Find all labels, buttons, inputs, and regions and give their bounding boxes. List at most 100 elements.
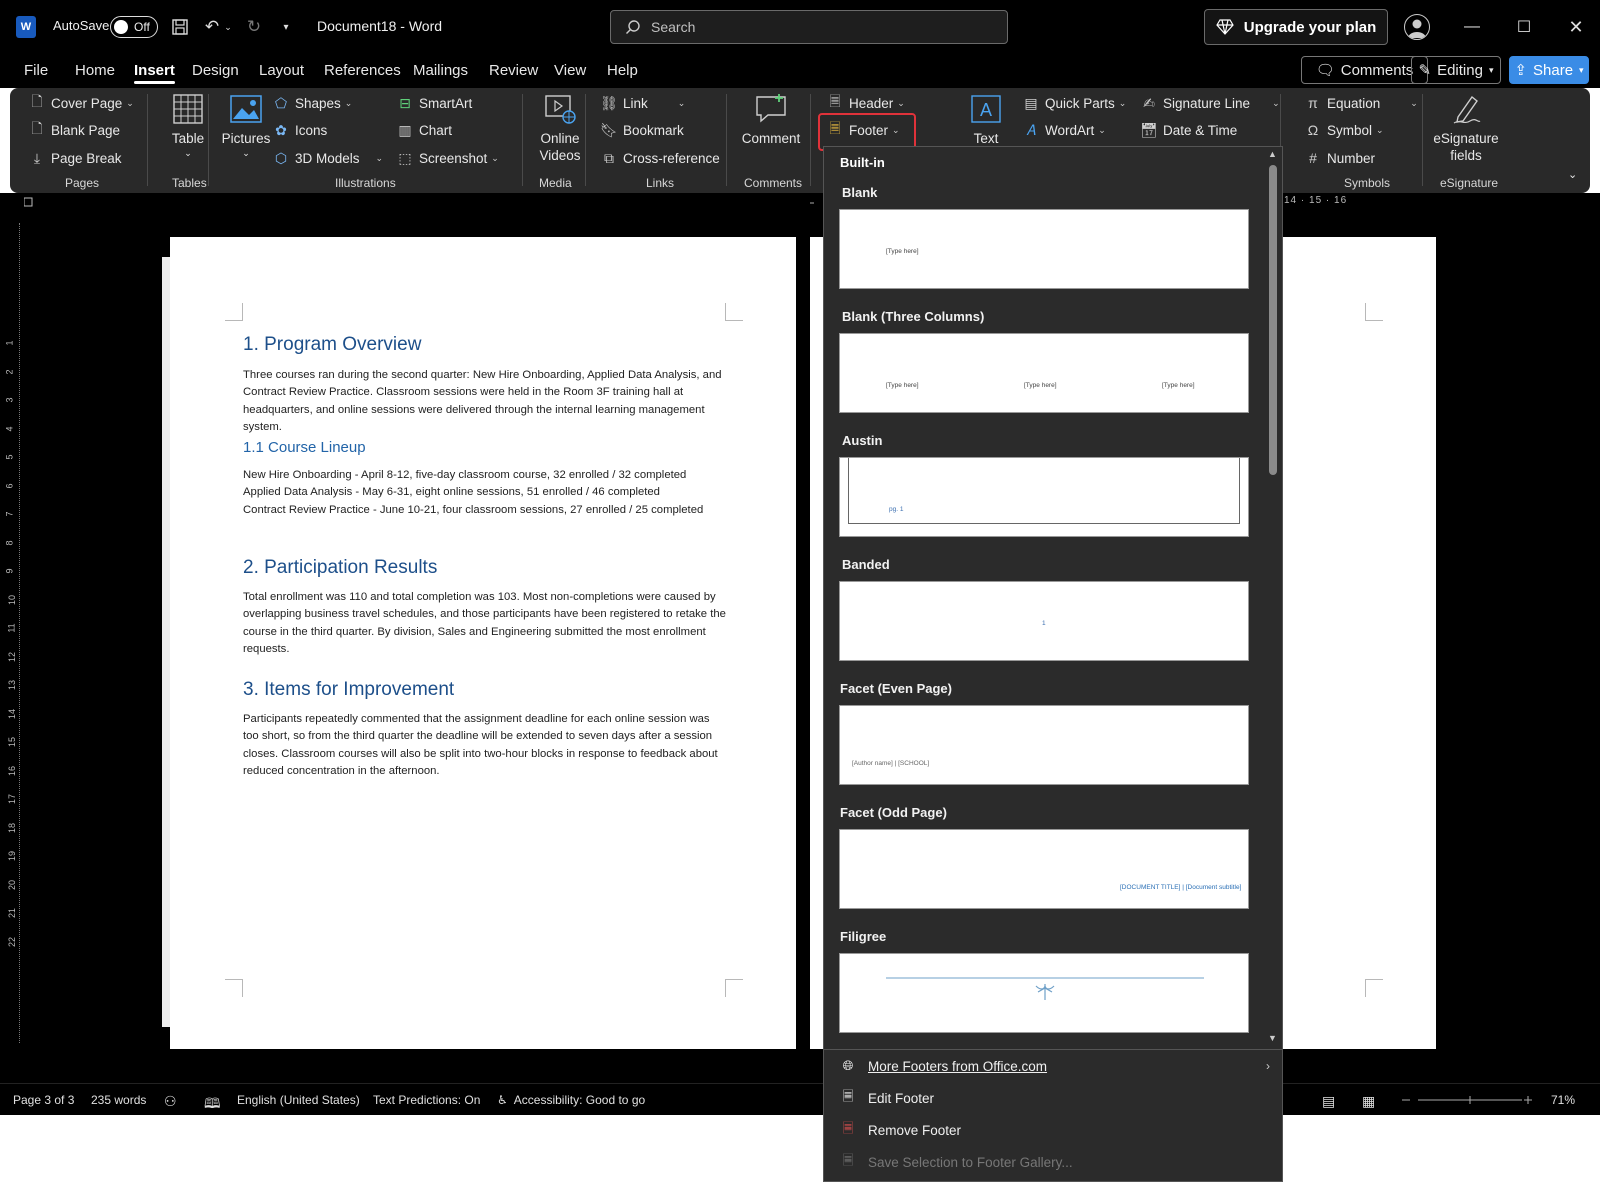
maximize-icon[interactable]: ☐ [1512,14,1536,40]
esignature-label-2: fields [1450,148,1482,163]
ruler-tick-label: 1 [4,340,15,346]
shapes-button[interactable]: ⬠ Shapes ⌄ [272,94,352,112]
share-icon: ⇪ [1514,62,1528,79]
bookmark-button[interactable]: 🔖︎ Bookmark [600,121,684,139]
remove-footer-menu-item[interactable]: 🗏 Remove Footer [824,1114,1282,1146]
save-icon[interactable] [168,15,192,39]
search-input[interactable]: Search [610,10,1008,44]
page-break-button[interactable]: ⤓ Page Break [28,149,122,167]
screenshot-icon: ⬚ [398,149,412,166]
text-box-button[interactable]: A Text [966,92,1006,147]
comments-button[interactable]: 🗨 Comments [1301,56,1428,84]
smartart-icon: ⊟ [399,94,411,111]
quick-parts-button[interactable]: ▤ Quick Parts ⌄ [1022,94,1126,112]
avatar[interactable] [1404,14,1430,40]
gallery-scrollbar[interactable]: ▲ ▼ [1264,147,1282,1049]
footer-option-blank[interactable]: [Type here] [839,209,1249,289]
text-predictions[interactable]: Text Predictions: On [373,1093,480,1107]
print-layout-icon[interactable]: ▤ [1322,1093,1335,1110]
smartart-button[interactable]: ⊟ SmartArt [396,94,472,112]
screenshot-label: Screenshot [419,150,488,166]
comment-button[interactable]: Comment [736,92,806,147]
link-button[interactable]: ⛓ Link ⌄ [600,94,685,112]
3d-models-button[interactable]: ⬡ 3D Models ⌄ [272,149,383,167]
save-selection-menu-item[interactable]: 🗏 Save Selection to Footer Gallery... [824,1146,1282,1178]
editing-button[interactable]: ✎ Editing ▾ [1411,56,1501,84]
redo-icon[interactable]: ↻ [242,15,266,39]
footer-option-title: Facet (Odd Page) [840,805,947,820]
undo-icon[interactable]: ↶ [200,15,224,39]
ruler-tick-label: 14 [7,708,18,719]
ruler-tick-label: 8 [4,539,15,546]
tab-references[interactable]: References [324,62,401,79]
customize-toolbar-icon[interactable]: ▾ [274,15,298,39]
date-time-button[interactable]: 📅︎ Date & Time [1140,121,1237,139]
horizontal-ruler[interactable] [24,195,1600,211]
tab-help[interactable]: Help [607,62,638,79]
footer-option-banded[interactable]: 1 [839,581,1249,661]
esignature-fields-button[interactable]: eSignature fields [1426,92,1506,164]
footer-option-facet-even[interactable]: [Author name] | [SCHOOL] [839,705,1249,785]
chart-button[interactable]: ▥ Chart [396,121,452,139]
footer-option-blank-three-columns[interactable]: [Type here] [Type here] [Type here] [839,333,1249,413]
ruler-tick-label: 13 [7,679,18,691]
scroll-up-icon[interactable]: ▲ [1268,149,1277,159]
esignature-icon [1449,92,1483,126]
web-layout-icon[interactable]: ▦ [1362,1093,1375,1110]
word-count[interactable]: 235 words [91,1093,146,1107]
tab-home[interactable]: Home [75,62,115,79]
upgrade-button[interactable]: Upgrade your plan [1204,9,1388,45]
tab-review[interactable]: Review [489,62,538,79]
horizontal-ruler-tail: 14 · 15 · 16 [1284,195,1348,206]
tab-file[interactable]: File [24,62,48,79]
thumb-text: 1 [1042,620,1046,627]
collapse-ribbon-icon[interactable]: ⌄ [1568,168,1577,181]
autosave-toggle[interactable]: Off [110,16,158,38]
ruler-tick-label: 5 [4,454,15,460]
tab-layout[interactable]: Layout [259,62,304,79]
symbol-button[interactable]: Ω Symbol ⌄ [1304,121,1384,139]
pictures-label: Pictures [221,131,271,146]
cross-reference-button[interactable]: ⧉ Cross-reference [600,149,720,167]
share-button[interactable]: ⇪ Share ▾ [1509,56,1589,84]
online-videos-button[interactable]: Online Videos [530,92,590,164]
close-icon[interactable]: ✕ [1564,14,1588,40]
book-icon[interactable]: 🕮 [204,1093,221,1117]
icons-button[interactable]: ✿ Icons [272,121,327,139]
proofing-icon[interactable]: ⚇ [164,1093,177,1110]
footer-option-austin[interactable]: pg. 1 [839,457,1249,537]
cover-page-button[interactable]: 🗋 Cover Page ⌄ [28,93,133,112]
cross-reference-label: Cross-reference [623,150,720,166]
minimize-icon[interactable]: — [1460,14,1484,40]
tab-mailings[interactable]: Mailings [413,62,468,79]
scrollbar-thumb[interactable] [1269,165,1277,475]
zoom-level[interactable]: 71% [1551,1093,1575,1107]
screenshot-button[interactable]: ⬚ Screenshot ⌄ [396,149,498,167]
language[interactable]: English (United States) [237,1093,360,1107]
accessibility-status[interactable]: ♿︎ Accessibility: Good to go [497,1093,645,1107]
quick-parts-icon: ▤ [1024,94,1038,111]
more-footers-menu-item[interactable]: 🌐︎ More Footers from Office.com › [824,1050,1282,1082]
blank-page-button[interactable]: 🗋 Blank Page [28,120,120,139]
tab-selector[interactable] [24,197,33,207]
blank-page-icon: 🗋 [31,120,43,136]
footer-option-facet-odd[interactable]: [DOCUMENT TITLE] | [Document subtitle] [839,829,1249,909]
tab-view[interactable]: View [554,62,586,79]
pictures-button[interactable]: Pictures ⌄ [216,92,276,159]
chevron-down-icon: ⌄ [184,148,192,158]
tab-insert[interactable]: Insert [134,62,175,84]
table-button[interactable]: Table ⌄ [158,92,218,159]
tab-design[interactable]: Design [192,62,239,79]
document-page[interactable]: 1. Program Overview Three courses ran du… [170,237,796,1049]
edit-footer-menu-item[interactable]: 🗏 Edit Footer [824,1082,1282,1114]
header-button[interactable]: 🗏 Header ⌄ [826,93,904,112]
equation-button[interactable]: π Equation ⌄ [1304,94,1418,112]
footer-option-filigree[interactable] [839,953,1249,1033]
number-button[interactable]: # Number [1304,149,1375,167]
signature-line-button[interactable]: ✍ Signature Line ⌄ [1140,94,1280,112]
wordart-button[interactable]: 𝐴 WordArt ⌄ [1022,121,1105,139]
zoom-slider[interactable] [1402,1093,1532,1107]
scroll-down-icon[interactable]: ▼ [1268,1033,1277,1043]
page-count[interactable]: Page 3 of 3 [13,1093,74,1107]
undo-dropdown-icon[interactable]: ⌄ [222,15,234,39]
